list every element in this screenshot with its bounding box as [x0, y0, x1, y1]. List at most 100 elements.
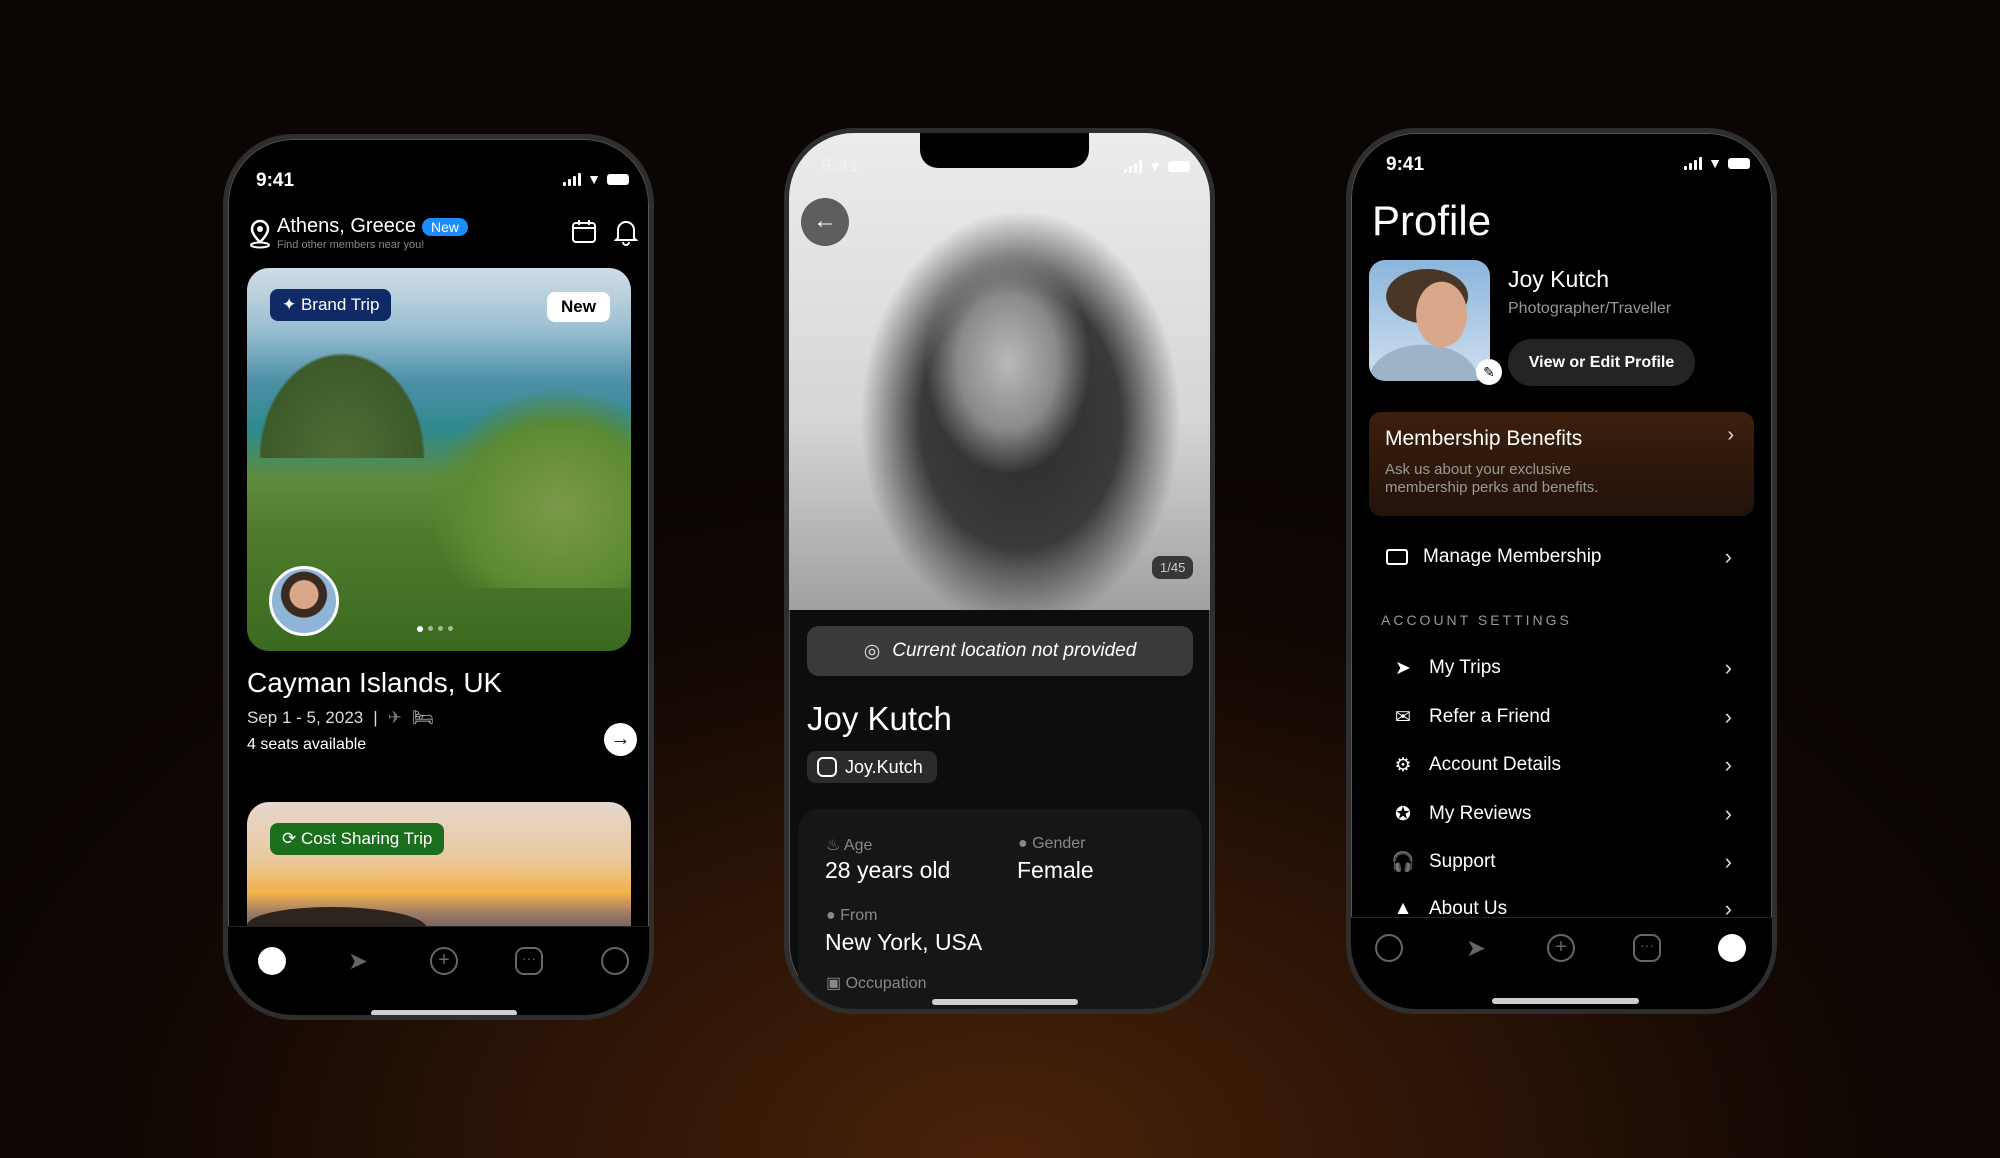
- home-indicator: [932, 999, 1078, 1005]
- brand-trip-badge: ✦ Brand Trip: [270, 289, 392, 321]
- menu-label: Account Details: [1429, 754, 1562, 775]
- location-selector[interactable]: Athens, Greece New: [277, 215, 468, 238]
- instagram-icon: [817, 757, 837, 777]
- menu-item-my-reviews[interactable]: ✪ My Reviews ›: [1389, 796, 1732, 832]
- age-value: 28 years old: [825, 857, 951, 883]
- from-label: ● From: [826, 907, 878, 924]
- home-indicator: [1492, 998, 1639, 1004]
- cake-icon: ♨: [826, 837, 844, 854]
- island-hill: [247, 338, 437, 458]
- menu-item-refer-friend[interactable]: ✉ Refer a Friend ›: [1389, 699, 1732, 735]
- new-badge: New: [421, 217, 468, 236]
- profile-photo[interactable]: [1369, 260, 1490, 381]
- island-land: [427, 388, 631, 588]
- member-name: Joy Kutch: [807, 700, 952, 737]
- mail-plus-icon: ✉: [1395, 706, 1411, 728]
- tab-trips-send-icon[interactable]: ➤: [344, 947, 372, 975]
- headphones-icon: 🎧: [1391, 852, 1415, 873]
- cost-sharing-badge: ⟳ Cost Sharing Trip: [270, 823, 445, 855]
- menu-item-account-details[interactable]: ⚙ Account Details ›: [1389, 747, 1732, 783]
- eye-off-icon: ◎: [863, 640, 881, 662]
- trip-title: Cayman Islands, UK: [247, 667, 503, 698]
- seats-available: 4 seats available: [247, 736, 367, 753]
- pencil-edit-icon[interactable]: ✎: [1476, 359, 1502, 385]
- wifi-icon: ▼: [1708, 155, 1722, 171]
- wifi-icon: ▼: [1148, 158, 1162, 174]
- tab-add-icon[interactable]: +: [1547, 934, 1575, 962]
- status-icons: ▼: [1124, 158, 1190, 174]
- menu-label: Manage Membership: [1423, 546, 1602, 567]
- carousel-dots: [417, 626, 453, 632]
- tab-profile-icon[interactable]: [1718, 934, 1746, 962]
- status-time: 9:41: [821, 156, 860, 177]
- tab-chat-icon[interactable]: ···: [1633, 934, 1661, 962]
- member-info-card: ♨ Age 28 years old ● Gender Female ● Fro…: [798, 809, 1202, 1009]
- location-name: Athens, Greece: [277, 215, 416, 237]
- status-icons: ▼: [1684, 155, 1750, 171]
- wifi-icon: ▼: [587, 171, 601, 187]
- host-avatar[interactable]: [269, 566, 339, 636]
- status-time: 9:41: [1386, 154, 1425, 175]
- menu-label: Support: [1429, 851, 1496, 872]
- cost-sharing-label: Cost Sharing Trip: [300, 829, 433, 848]
- notch: [920, 133, 1089, 168]
- tab-explore-globe-icon[interactable]: [258, 947, 286, 975]
- occupation-label: ▣ Occupation: [826, 975, 927, 992]
- new-trip-badge: New: [547, 292, 610, 322]
- membership-desc-2: membership perks and benefits.: [1385, 479, 1599, 496]
- membership-title: Membership Benefits: [1385, 427, 1583, 450]
- separator: |: [373, 708, 378, 727]
- member-photo[interactable]: [789, 133, 1210, 610]
- tab-explore-globe-icon[interactable]: [1375, 934, 1403, 962]
- status-time: 9:41: [256, 170, 295, 191]
- chevron-right-icon: ›: [1724, 801, 1732, 826]
- star-badge-icon: ✪: [1395, 803, 1411, 825]
- gender-value: Female: [1017, 857, 1094, 883]
- location-pin-icon: [250, 219, 270, 249]
- tab-trips-send-icon[interactable]: ➤: [1462, 934, 1490, 962]
- menu-item-support[interactable]: 🎧 Support ›: [1389, 844, 1732, 880]
- arrow-right-icon[interactable]: →: [604, 723, 637, 756]
- battery-icon: [607, 173, 629, 185]
- trip-card-image[interactable]: ✦ Brand Trip New: [247, 268, 631, 651]
- signal-icon: [563, 172, 582, 186]
- profile-role: Photographer/Traveller: [1508, 300, 1672, 317]
- chevron-right-icon: ›: [1727, 424, 1734, 446]
- phone-profile: 9:41 ▼ Profile ✎ Joy Kutch Photographer/…: [1346, 128, 1777, 1014]
- menu-label: My Reviews: [1429, 803, 1532, 824]
- status-icons: ▼: [563, 171, 629, 187]
- tab-add-icon[interactable]: +: [430, 947, 458, 975]
- trip-card-image-2[interactable]: ⟳ Cost Sharing Trip: [247, 802, 631, 942]
- flight-off-icon: ✈: [387, 708, 402, 727]
- bell-icon[interactable]: [614, 218, 638, 246]
- menu-label: Refer a Friend: [1429, 706, 1551, 727]
- calendar-icon[interactable]: [571, 218, 597, 244]
- tab-profile-icon[interactable]: [601, 947, 629, 975]
- signal-icon: [1124, 159, 1143, 173]
- location-notice-text: Current location not provided: [892, 640, 1137, 661]
- location-subtitle: Find other members near you!: [277, 239, 425, 251]
- trip-dates: Sep 1 - 5, 2023: [247, 708, 364, 727]
- briefcase-icon: ▣: [826, 975, 846, 992]
- membership-benefits-card[interactable]: Membership Benefits Ask us about your ex…: [1369, 412, 1754, 516]
- menu-label: My Trips: [1429, 657, 1501, 678]
- tab-chat-icon[interactable]: ···: [515, 947, 543, 975]
- menu-item-manage-membership[interactable]: Manage Membership ›: [1383, 539, 1732, 575]
- from-value: New York, USA: [825, 929, 983, 955]
- bed-icon: 🛏: [411, 708, 434, 727]
- age-label: ♨ Age: [826, 837, 873, 854]
- back-arrow-icon[interactable]: ←: [801, 198, 849, 246]
- instagram-link[interactable]: Joy.Kutch: [807, 751, 937, 783]
- menu-item-my-trips[interactable]: ➤ My Trips ›: [1389, 650, 1732, 686]
- profile-name: Joy Kutch: [1508, 266, 1609, 292]
- instagram-handle: Joy.Kutch: [845, 756, 923, 777]
- page-title: Profile: [1372, 197, 1492, 244]
- location-notice: ◎ Current location not provided: [807, 626, 1193, 676]
- phone-member-profile: 9:41 ▼ ← 1/45 ◎ Current location not pro…: [784, 128, 1215, 1014]
- view-edit-profile-button[interactable]: View or Edit Profile: [1508, 339, 1695, 386]
- tab-bar: ➤ + ···: [228, 926, 649, 1015]
- chevron-right-icon: ›: [1724, 752, 1732, 777]
- person-icon: ●: [1018, 835, 1033, 852]
- battery-icon: [1168, 160, 1190, 172]
- gear-icon: ⚙: [1394, 754, 1412, 776]
